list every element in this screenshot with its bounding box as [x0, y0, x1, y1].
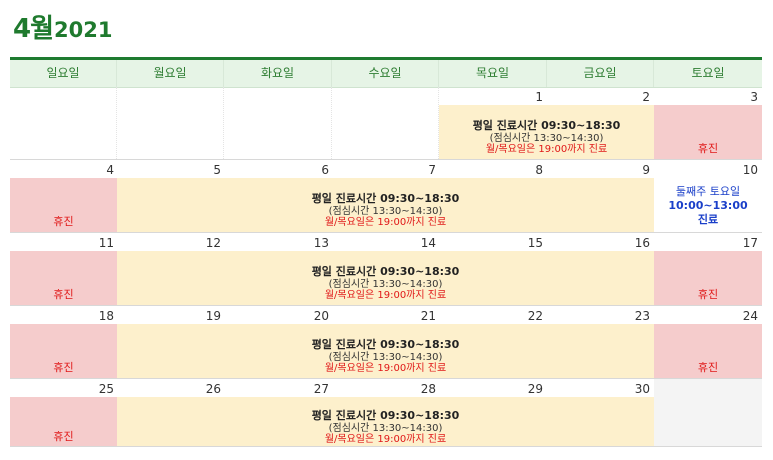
week-row: 4 5 6 7 8 9 10 휴진 평일 진료시간 09:30~18:30 (점… [10, 160, 762, 232]
day-number[interactable]: 7 [332, 163, 436, 177]
event-lunch: (점심시간 13:30~14:30) [328, 279, 443, 290]
day-cell-empty [654, 379, 762, 447]
day-number[interactable]: 29 [439, 382, 543, 396]
calendar: 일요일 월요일 화요일 수요일 목요일 금요일 토요일 1 2 3 평일 진료시… [10, 57, 762, 447]
day-number[interactable]: 26 [117, 382, 221, 396]
day-number[interactable]: 27 [224, 382, 329, 396]
day-cell-empty [117, 87, 224, 159]
day-number[interactable]: 16 [547, 236, 650, 250]
event-hours: 평일 진료시간 09:30~18:30 [311, 409, 460, 422]
closed-event[interactable]: 휴진 [10, 178, 117, 232]
closed-label: 휴진 [53, 361, 74, 374]
event-hours: 평일 진료시간 09:30~18:30 [472, 119, 621, 132]
header-monday: 월요일 [117, 60, 224, 87]
closed-event[interactable]: 휴진 [10, 397, 117, 447]
week-row: 11 12 13 14 15 16 17 휴진 평일 진료시간 09:30~18… [10, 233, 762, 305]
event-hours: 평일 진료시간 09:30~18:30 [311, 192, 460, 205]
weekday-hours-event[interactable]: 평일 진료시간 09:30~18:30 (점심시간 13:30~14:30) 월… [117, 178, 654, 232]
closed-label: 휴진 [697, 142, 719, 155]
day-number[interactable]: 20 [224, 309, 329, 323]
day-cell-empty [332, 87, 439, 159]
closed-label: 휴진 [53, 288, 74, 301]
event-lunch: (점심시간 13:30~14:30) [328, 423, 443, 434]
event-late-hours: 월/목요일은 19:00까지 진료 [324, 290, 447, 301]
saturday-event-title: 둘째주 토요일 [675, 185, 741, 198]
weekday-hours-event[interactable]: 평일 진료시간 09:30~18:30 (점심시간 13:30~14:30) 월… [117, 324, 654, 378]
day-number[interactable]: 17 [654, 236, 758, 250]
day-number[interactable]: 2 [547, 90, 650, 104]
weekday-hours-event[interactable]: 평일 진료시간 09:30~18:30 (점심시간 13:30~14:30) 월… [439, 105, 654, 159]
day-number[interactable]: 10 [654, 163, 758, 177]
closed-event[interactable]: 휴진 [654, 324, 762, 378]
header-friday: 금요일 [547, 60, 654, 87]
saturday-event-label: 진료 [697, 213, 719, 226]
saturday-event-hours: 10:00~13:00 [668, 199, 748, 212]
closed-event[interactable]: 휴진 [654, 251, 762, 305]
day-number[interactable]: 3 [654, 90, 758, 104]
closed-label: 휴진 [53, 430, 74, 443]
day-number[interactable]: 4 [10, 163, 114, 177]
event-late-hours: 월/목요일은 19:00까지 진료 [485, 144, 608, 155]
weekday-header: 일요일 월요일 화요일 수요일 목요일 금요일 토요일 [10, 60, 762, 88]
event-hours: 평일 진료시간 09:30~18:30 [311, 338, 460, 351]
day-number[interactable]: 25 [10, 382, 114, 396]
closed-event[interactable]: 휴진 [10, 251, 117, 305]
day-number[interactable]: 11 [10, 236, 114, 250]
closed-label: 휴진 [697, 361, 719, 374]
calendar-title: 4월 2021 [13, 8, 112, 45]
day-number[interactable]: 8 [439, 163, 543, 177]
closed-label: 휴진 [697, 288, 719, 301]
week-row: 18 19 20 21 22 23 24 휴진 평일 진료시간 09:30~18… [10, 306, 762, 378]
day-number[interactable]: 30 [547, 382, 650, 396]
header-wednesday: 수요일 [332, 60, 439, 87]
closed-label: 휴진 [53, 215, 74, 228]
day-number[interactable]: 14 [332, 236, 436, 250]
header-sunday: 일요일 [10, 60, 117, 87]
day-number[interactable]: 19 [117, 309, 221, 323]
day-number[interactable]: 22 [439, 309, 543, 323]
event-hours: 평일 진료시간 09:30~18:30 [311, 265, 460, 278]
day-number[interactable]: 9 [547, 163, 650, 177]
weekday-hours-event[interactable]: 평일 진료시간 09:30~18:30 (점심시간 13:30~14:30) 월… [117, 251, 654, 305]
day-number[interactable]: 21 [332, 309, 436, 323]
day-number[interactable]: 5 [117, 163, 221, 177]
week-divider [10, 446, 762, 447]
day-cell-empty [224, 87, 332, 159]
day-number[interactable]: 24 [654, 309, 758, 323]
event-lunch: (점심시간 13:30~14:30) [489, 133, 604, 144]
title-month: 4월 [13, 14, 54, 44]
event-late-hours: 월/목요일은 19:00까지 진료 [324, 217, 447, 228]
header-tuesday: 화요일 [224, 60, 332, 87]
closed-event[interactable]: 휴진 [10, 324, 117, 378]
event-lunch: (점심시간 13:30~14:30) [328, 352, 443, 363]
day-cell-empty [10, 87, 117, 159]
week-row: 1 2 3 평일 진료시간 09:30~18:30 (점심시간 13:30~14… [10, 87, 762, 159]
event-lunch: (점심시간 13:30~14:30) [328, 206, 443, 217]
day-number[interactable]: 28 [332, 382, 436, 396]
day-number[interactable]: 6 [224, 163, 329, 177]
week-row: 25 26 27 28 29 30 휴진 평일 진료시간 09:30~18:30… [10, 379, 762, 447]
header-thursday: 목요일 [439, 60, 547, 87]
day-number[interactable]: 13 [224, 236, 329, 250]
day-number[interactable]: 12 [117, 236, 221, 250]
closed-event[interactable]: 휴진 [654, 105, 762, 159]
day-number[interactable]: 1 [439, 90, 543, 104]
header-saturday: 토요일 [691, 66, 725, 80]
day-number[interactable]: 23 [547, 309, 650, 323]
title-year: 2021 [54, 18, 113, 42]
day-number[interactable]: 18 [10, 309, 114, 323]
event-late-hours: 월/목요일은 19:00까지 진료 [324, 434, 447, 445]
event-late-hours: 월/목요일은 19:00까지 진료 [324, 363, 447, 374]
saturday-clinic-event[interactable]: 둘째주 토요일 10:00~13:00 진료 [654, 178, 762, 232]
weekday-hours-event[interactable]: 평일 진료시간 09:30~18:30 (점심시간 13:30~14:30) 월… [117, 397, 654, 447]
day-number[interactable]: 15 [439, 236, 543, 250]
